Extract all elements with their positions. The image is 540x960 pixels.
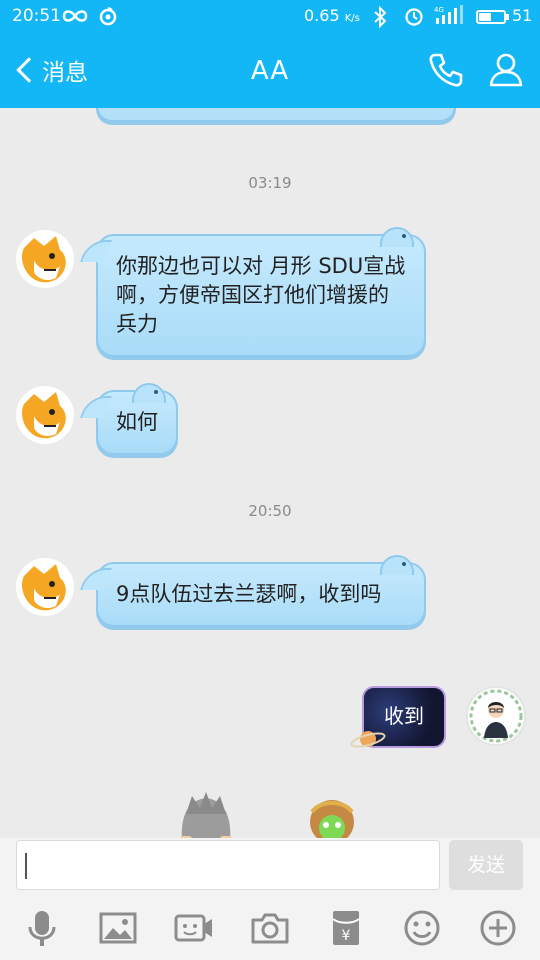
emoji-icon[interactable]: [402, 908, 442, 948]
sync-icon: [99, 6, 117, 26]
message-text: 收到: [384, 704, 424, 728]
message-input[interactable]: [16, 840, 440, 890]
speed-value: 0.65: [304, 6, 340, 25]
profile-button[interactable]: [486, 50, 526, 90]
battery-percent: 51: [512, 6, 533, 25]
speed-unit: K/s: [344, 13, 360, 24]
phone-icon: [429, 53, 463, 87]
battery-level: [479, 13, 492, 21]
previous-message-bubble: [96, 108, 456, 122]
svg-text:¥: ¥: [342, 928, 351, 944]
planet-icon: [350, 731, 386, 748]
image-icon[interactable]: [98, 908, 138, 948]
received-message[interactable]: 9点队伍过去兰瑟啊，收到吗: [79, 555, 426, 627]
message-text: 你那边也可以对 月形 SDU宣战啊，方便帝国区打他们增援的兵力: [116, 254, 406, 336]
battery-icon: [476, 10, 509, 24]
man-avatar-icon: [469, 689, 523, 743]
network-type: 4G: [434, 6, 444, 14]
plus-icon[interactable]: [478, 908, 518, 948]
signal-icon: 4G: [434, 5, 463, 24]
contact-avatar[interactable]: [16, 386, 74, 444]
fox-avatar-icon: [22, 236, 66, 283]
back-button[interactable]: 消息: [14, 52, 88, 88]
infinity-icon: [62, 10, 88, 22]
my-avatar[interactable]: [466, 686, 526, 746]
fox-avatar-icon: [22, 564, 66, 611]
received-message[interactable]: 如何: [79, 383, 178, 455]
contact-avatar[interactable]: [16, 558, 74, 616]
network-speed: 0.65 K/s: [304, 6, 360, 25]
send-button[interactable]: 发送: [449, 840, 523, 890]
status-time: 20:51: [12, 6, 61, 26]
person-icon: [489, 53, 523, 87]
red-packet-icon[interactable]: ¥: [326, 908, 366, 948]
contact-avatar[interactable]: [16, 230, 74, 288]
received-message[interactable]: 你那边也可以对 月形 SDU宣战啊，方便帝国区打他们增援的兵力: [79, 227, 426, 357]
message-text: 如何: [116, 410, 158, 434]
header-bar: 20:51 0.65 K/s 4G 51 消息 AA: [0, 0, 540, 108]
phone-call-button[interactable]: [426, 50, 466, 90]
sent-message[interactable]: 收到: [350, 686, 446, 748]
message-timestamp: 03:19: [248, 174, 292, 192]
grey-character-sticker: [180, 792, 232, 838]
monkey-king-sticker: [310, 800, 354, 838]
text-caret: [25, 853, 27, 879]
message-list[interactable]: 03:19 你那边也可以对 月形 SDU宣战啊，方便帝国区打他们增援的兵力 如何…: [0, 108, 540, 838]
back-label: 消息: [42, 60, 88, 86]
chevron-left-icon: [16, 57, 42, 83]
microphone-icon[interactable]: [22, 908, 62, 948]
message-text: 9点队伍过去兰瑟啊，收到吗: [116, 582, 382, 606]
alarm-icon: [405, 8, 423, 26]
input-area: 发送 ¥: [0, 838, 540, 960]
message-timestamp: 20:50: [248, 502, 292, 520]
video-icon[interactable]: [174, 908, 214, 948]
fox-avatar-icon: [22, 392, 66, 439]
camera-icon[interactable]: [250, 908, 290, 948]
bluetooth-icon: [374, 6, 387, 28]
